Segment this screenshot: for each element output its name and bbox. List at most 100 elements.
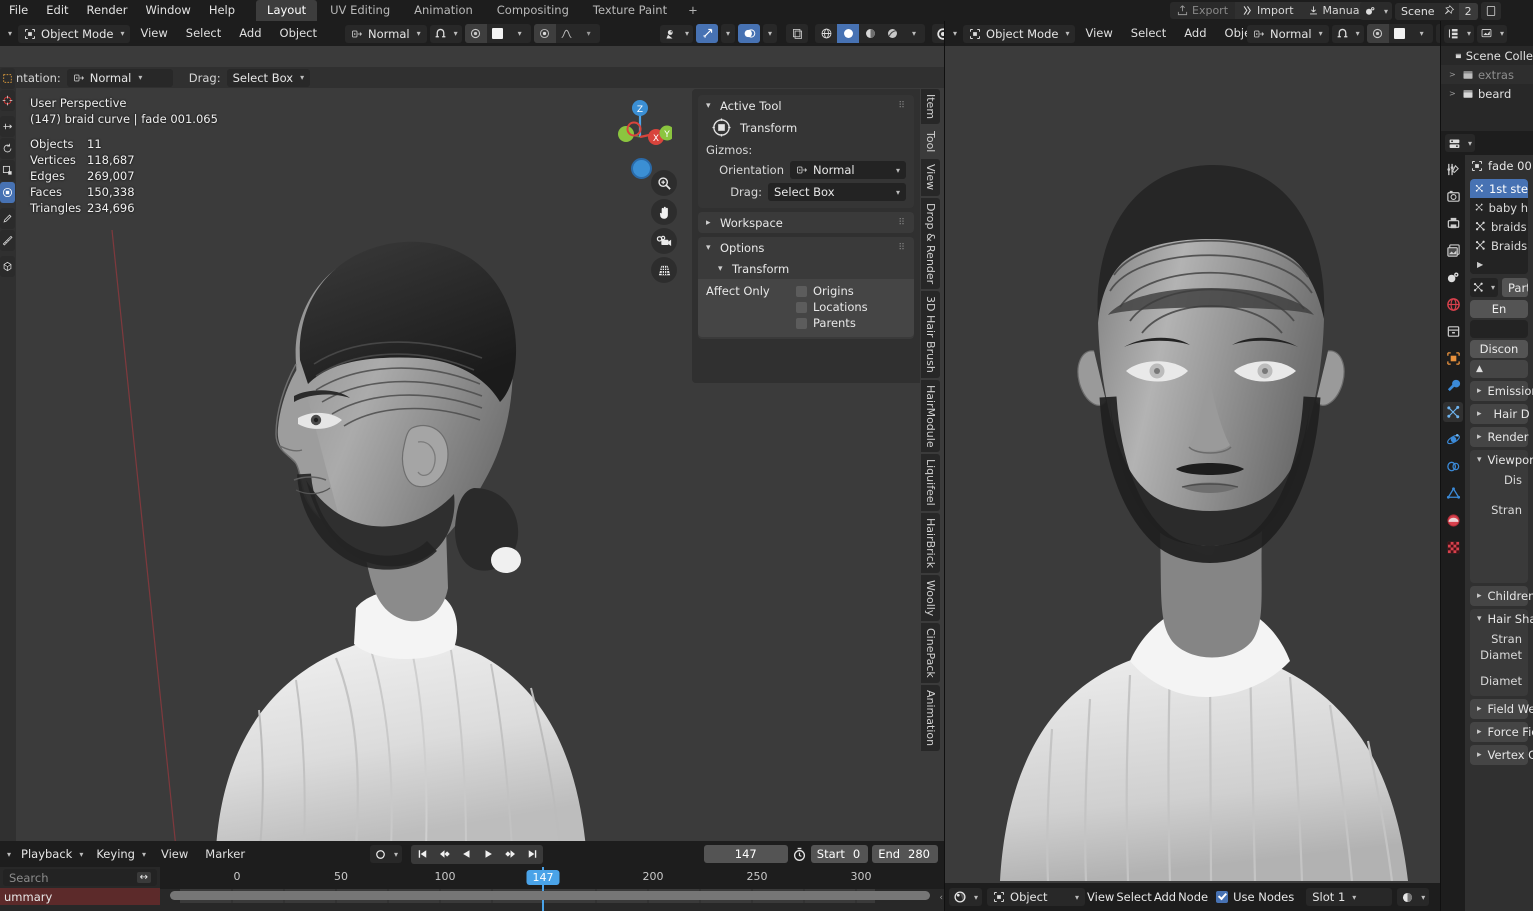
tool-select-box[interactable] [0, 68, 15, 89]
editor-type-icon[interactable]: ▾ [4, 29, 16, 38]
properties-expand-triangle[interactable]: ▲ [1470, 360, 1528, 378]
gizmo-orientation-select[interactable]: Normal ▾ [790, 161, 906, 179]
resize-handle-icon[interactable]: ↔ [136, 872, 151, 883]
timeline-scrollbar[interactable] [170, 891, 930, 900]
properties-value-field[interactable] [1470, 320, 1528, 338]
falloff-chevron[interactable]: ▾ [578, 24, 600, 43]
falloff-dropdown[interactable]: ▾ [509, 24, 531, 43]
properties-editor-type[interactable]: ▾ [1445, 134, 1476, 152]
stopwatch-icon[interactable] [792, 847, 807, 862]
falloff-curve-button[interactable] [556, 24, 578, 43]
viewport-menu-add[interactable]: Add [231, 21, 269, 46]
tab-texture-paint[interactable]: Texture Paint [582, 0, 678, 21]
scene-name-field[interactable]: Scene 2 [1395, 2, 1478, 20]
properties-tab-output[interactable] [1443, 213, 1463, 233]
shader-menu-node[interactable]: Node [1178, 883, 1208, 911]
material-slot-selector[interactable]: Slot 1 ▾ [1306, 888, 1393, 906]
viewport-right-menu-view[interactable]: View [1077, 21, 1120, 46]
use-nodes-toggle[interactable]: Use Nodes [1216, 890, 1294, 904]
shading-material[interactable] [859, 24, 881, 43]
panel-workspace-header[interactable]: ▸ Workspace ⠿ [698, 212, 914, 233]
particle-system-list[interactable]: 1st ste baby h braids Braids ▶ [1470, 179, 1528, 274]
falloff-dropdown-right[interactable]: ▾ [1411, 24, 1433, 43]
viewport-render-button[interactable] [932, 24, 944, 43]
properties-button-enable[interactable]: En [1470, 300, 1528, 318]
camera-view-button[interactable] [651, 228, 677, 254]
tool-move[interactable] [0, 116, 15, 137]
panel-transform-subheader[interactable]: ▾ Transform [698, 258, 914, 279]
shader-menu-select[interactable]: Select [1116, 883, 1151, 911]
current-frame-field[interactable]: 147 [703, 845, 788, 863]
overlays-toggle[interactable] [738, 24, 761, 43]
falloff-type-button[interactable] [533, 24, 556, 43]
properties-tab-collection[interactable] [1443, 321, 1463, 341]
panel-children[interactable]: ▸ Children [1470, 586, 1533, 606]
gizmo-toggle[interactable] [696, 24, 719, 43]
falloff-preview-right[interactable] [1389, 24, 1411, 43]
import-button[interactable]: Import [1235, 2, 1301, 19]
sidebar-tab-drop-render[interactable]: Drop & Render [921, 197, 940, 289]
pan-button[interactable] [651, 199, 677, 225]
frame-start-field[interactable]: Start 0 [810, 845, 869, 863]
navigation-gizmo[interactable]: Z X Y [608, 96, 672, 160]
panel-hair-dynamics[interactable]: ▸ Hair D [1470, 404, 1530, 424]
properties-tab-constraints[interactable] [1443, 456, 1463, 476]
particle-list-item[interactable]: braids [1470, 217, 1528, 236]
menu-edit[interactable]: Edit [37, 0, 77, 21]
outliner-tree[interactable]: Scene Colle > extras > beard [1441, 46, 1533, 131]
sidebar-tab-tool[interactable]: Tool [921, 126, 940, 158]
prev-keyframe-button[interactable] [433, 845, 455, 864]
gizmo-center-handle[interactable] [631, 158, 652, 179]
jump-to-start-button[interactable] [411, 845, 433, 864]
tool-annotate[interactable] [0, 208, 15, 229]
viewport-menu-select[interactable]: Select [178, 21, 229, 46]
tool-measure[interactable] [0, 230, 15, 251]
outliner-row-extras[interactable]: > extras [1441, 65, 1533, 84]
tab-animation[interactable]: Animation [403, 0, 484, 21]
zoom-button[interactable] [651, 170, 677, 196]
gizmo-drag-select[interactable]: Select Box ▾ [768, 183, 906, 201]
properties-tab-object[interactable] [1443, 348, 1463, 368]
next-keyframe-button[interactable] [499, 845, 521, 864]
timeline-menu-marker[interactable]: Marker [197, 841, 253, 867]
mode-selector[interactable]: Object Mode ▾ [18, 24, 131, 43]
gizmo-dropdown[interactable]: ▾ [721, 24, 736, 43]
tool-scale[interactable] [0, 160, 15, 181]
panel-field-weights[interactable]: ▸ Field We [1470, 699, 1533, 719]
snap-button-right[interactable]: ▾ [1331, 24, 1364, 43]
menu-window[interactable]: Window [136, 0, 199, 21]
xray-toggle[interactable] [786, 24, 809, 43]
sidebar-tab-view[interactable]: View [921, 159, 940, 196]
toggle-ortho-button[interactable] [651, 257, 677, 283]
editor-type-icon[interactable]: ▾ [4, 850, 14, 859]
panel-hair-shape-header[interactable]: ▾ Hair Sha [1470, 609, 1533, 629]
panel-emission[interactable]: ▸ Emission [1470, 381, 1533, 401]
shader-editor-type[interactable]: ▾ [949, 888, 983, 906]
outliner-filter-button[interactable]: ▾ [1477, 24, 1508, 43]
shader-menu-add[interactable]: Add [1154, 883, 1176, 911]
shading-dropdown[interactable]: ▾ [903, 24, 925, 43]
add-workspace-button[interactable]: + [680, 0, 706, 21]
particle-list-item[interactable]: 1st ste [1470, 179, 1528, 198]
viewport-right-menu-add[interactable]: Add [1176, 21, 1214, 46]
sidebar-tab-hairbrick[interactable]: HairBrick [921, 512, 940, 573]
view-layer-button[interactable] [1480, 2, 1501, 20]
snap-button[interactable]: ▾ [429, 24, 462, 43]
panel-options-header[interactable]: ▾ Options ⠿ [698, 237, 914, 258]
outliner-row-beard[interactable]: > beard [1441, 84, 1533, 103]
checkbox-parents[interactable]: Parents [796, 316, 856, 330]
properties-tab-render[interactable] [1443, 186, 1463, 206]
proportional-edit-toggle[interactable] [464, 24, 487, 43]
frame-end-field[interactable]: End 280 [872, 845, 938, 863]
menu-file[interactable]: File [0, 0, 37, 21]
timeline-menu-playback[interactable]: Playback ▾ [15, 845, 89, 863]
shading-rendered[interactable] [881, 24, 903, 43]
panel-viewport-header[interactable]: ▾ Viewport [1470, 450, 1533, 470]
chevron-right-icon[interactable]: > [1449, 70, 1458, 79]
sidebar-tab-item[interactable]: Item [921, 89, 940, 125]
panel-vertex-groups[interactable]: ▸ Vertex G [1470, 745, 1533, 765]
tool-transform[interactable] [0, 182, 15, 203]
tool-add-cube[interactable] [0, 256, 15, 277]
mode-selector-right[interactable]: Object Mode ▾ [963, 24, 1076, 43]
falloff-preview[interactable] [487, 24, 509, 43]
